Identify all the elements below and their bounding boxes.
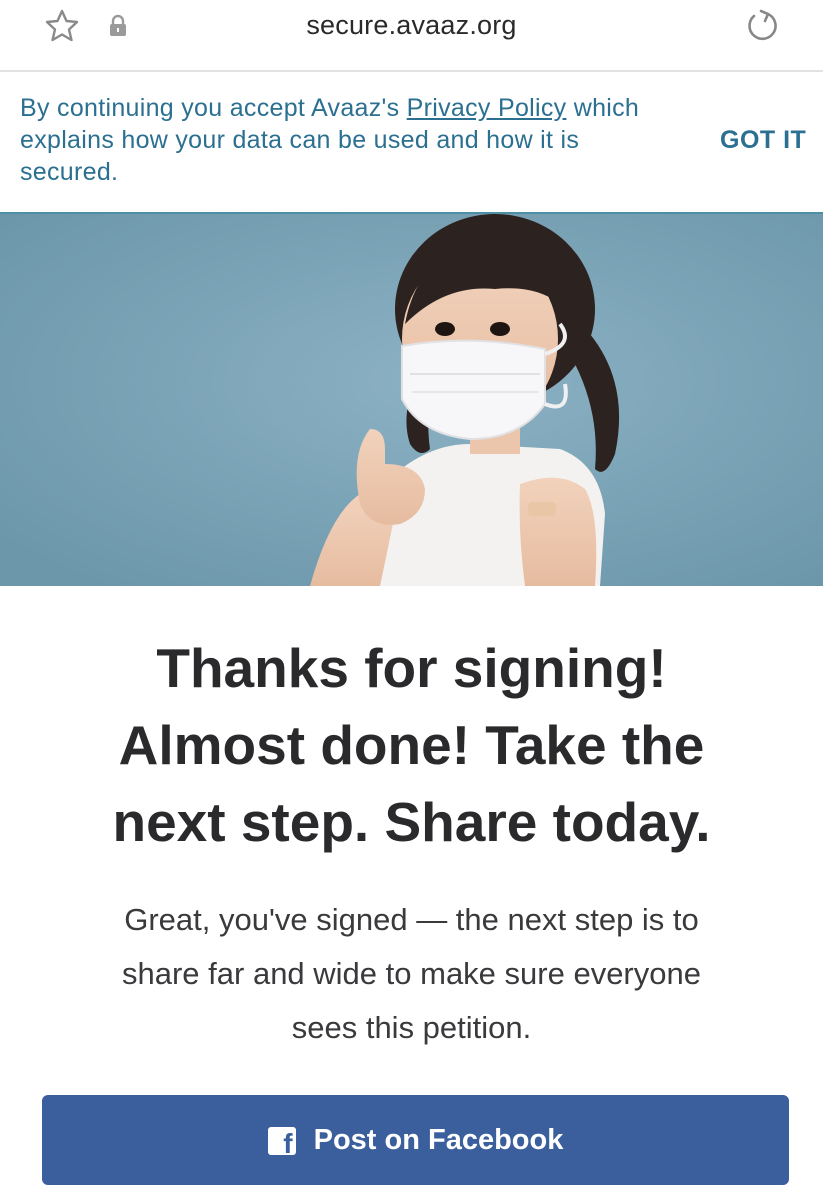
description-line: sees this petition. <box>291 1010 532 1045</box>
share-description: Great, you've signed — the next step is … <box>40 893 783 1055</box>
facebook-icon-glyph: f <box>283 1128 293 1159</box>
address-url[interactable]: secure.avaaz.org <box>0 10 823 41</box>
facebook-icon: f <box>267 1127 296 1159</box>
headline-line: next step. Share today. <box>112 791 711 853</box>
consent-message: By continuing you accept Avaaz's Privacy… <box>20 92 680 188</box>
got-it-button[interactable]: GOT IT <box>720 126 806 155</box>
thank-you-headline: Thanks for signing! Almost done! Take th… <box>20 630 803 861</box>
consent-text-before: By continuing you accept Avaaz's <box>20 94 407 122</box>
hero-image <box>0 214 823 586</box>
description-line: Great, you've signed — the next step is … <box>124 902 699 937</box>
facebook-button-label: Post on Facebook <box>313 1123 564 1156</box>
headline-line: Thanks for signing! <box>156 637 667 699</box>
post-on-facebook-button[interactable]: f Post on Facebook <box>42 1095 789 1185</box>
child-thumbs-up-photo <box>0 214 823 586</box>
browser-address-bar: secure.avaaz.org <box>0 0 823 72</box>
reload-icon[interactable] <box>742 6 782 46</box>
headline-line: Almost done! Take the <box>118 714 705 776</box>
privacy-policy-link[interactable]: Privacy Policy <box>407 94 567 122</box>
privacy-consent-banner: By continuing you accept Avaaz's Privacy… <box>0 72 823 214</box>
description-line: share far and wide to make sure everyone <box>122 956 701 991</box>
